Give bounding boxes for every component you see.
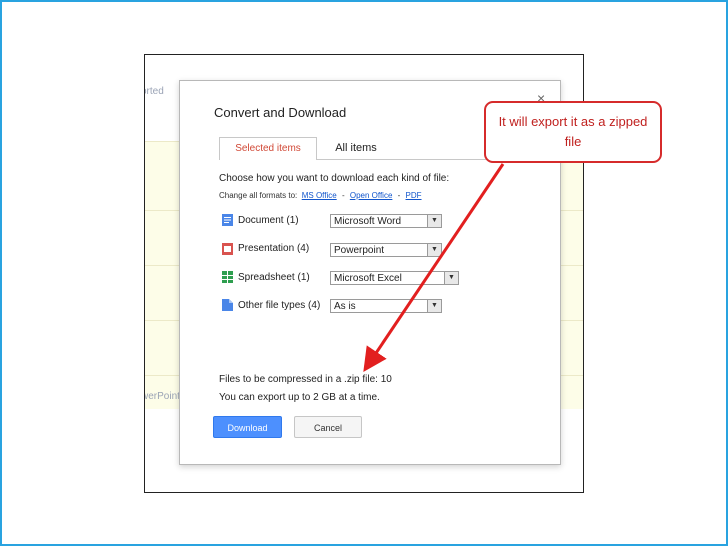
compress-info: Files to be compressed in a .zip file: 1… [219, 374, 392, 385]
export-limit-info: You can export up to 2 GB at a time. [219, 392, 380, 403]
tab-selected-items[interactable]: Selected items [219, 137, 317, 160]
file-type-name: Spreadsheet [238, 272, 295, 283]
document-icon [222, 214, 233, 226]
format-select-spreadsheet[interactable]: Microsoft Excel ▼ [330, 271, 459, 285]
dropdown-arrow-icon: ▼ [444, 272, 458, 284]
file-type-count: (4) [308, 300, 321, 311]
file-type-count: (1) [286, 215, 299, 226]
row-label-spreadsheet: Spreadsheet (1) [238, 272, 310, 283]
selected-value: Microsoft Excel [334, 273, 402, 284]
selected-value: As is [334, 301, 356, 312]
separator: - [397, 191, 401, 200]
dropdown-arrow-icon: ▼ [427, 244, 441, 256]
row-label-document: Document (1) [238, 215, 299, 226]
link-open-office[interactable]: Open Office [350, 191, 393, 200]
presentation-icon [222, 243, 233, 255]
row-label-other: Other file types (4) [238, 300, 320, 311]
background-text-fragment: orted [145, 86, 164, 97]
background-text-fragment: werPoint [144, 391, 180, 402]
download-button[interactable]: Download [213, 416, 282, 438]
callout-box: It will export it as a zipped file [484, 101, 662, 163]
dropdown-arrow-icon: ▼ [427, 215, 441, 227]
dialog-title: Convert and Download [214, 105, 347, 120]
spreadsheet-icon [222, 271, 233, 283]
separator: - [341, 191, 345, 200]
link-ms-office[interactable]: MS Office [302, 191, 337, 200]
selected-value: Microsoft Word [334, 216, 402, 227]
change-all-formats: Change all formats to: MS Office - Open … [219, 191, 422, 200]
change-all-label: Change all formats to: [219, 191, 298, 200]
row-label-presentation: Presentation (4) [238, 243, 309, 254]
file-type-count: (1) [297, 272, 310, 283]
file-icon [222, 299, 233, 311]
file-type-count: (4) [296, 243, 310, 254]
file-type-name: Presentation [238, 243, 295, 254]
format-select-other[interactable]: As is ▼ [330, 299, 442, 313]
tab-all-items[interactable]: All items [326, 137, 386, 159]
link-pdf[interactable]: PDF [406, 191, 422, 200]
format-select-presentation[interactable]: Powerpoint ▼ [330, 243, 442, 257]
instruction-text: Choose how you want to download each kin… [219, 173, 450, 184]
format-select-document[interactable]: Microsoft Word ▼ [330, 214, 442, 228]
dropdown-arrow-icon: ▼ [427, 300, 441, 312]
file-type-name: Document [238, 215, 284, 226]
selected-value: Powerpoint [334, 245, 385, 256]
file-type-name: Other file types [238, 300, 306, 311]
callout-text: It will export it as a zipped file [498, 114, 648, 149]
cancel-button[interactable]: Cancel [294, 416, 362, 438]
